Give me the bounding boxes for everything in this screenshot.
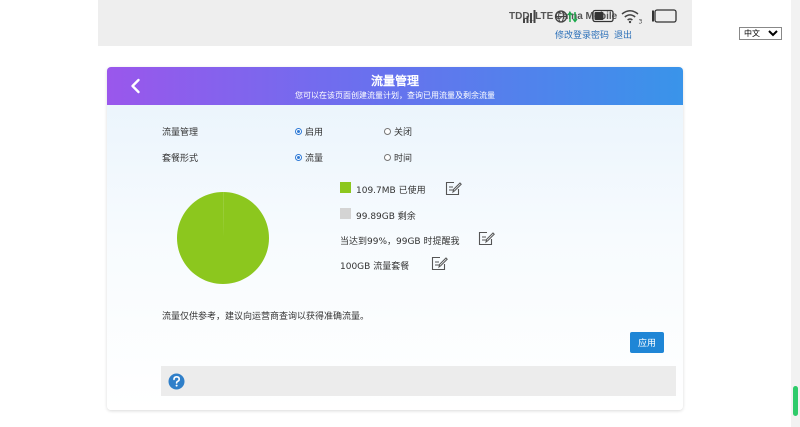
radio-indicator[interactable] xyxy=(295,128,302,135)
radio-label: 流量 xyxy=(305,154,324,164)
package-time-radio[interactable]: 时间 xyxy=(384,151,412,164)
page-subtitle: 您可以在该页面创建流量计划，查询已用流量及剩余流量 xyxy=(295,91,495,100)
globe-data-icon xyxy=(554,10,578,23)
signal-bars-icon xyxy=(523,10,536,23)
edit-alert-icon[interactable] xyxy=(478,231,495,246)
pie-slice-1 xyxy=(177,192,269,284)
top-status-bar: TDD_LTE China Mobile 3 修改登录密码 退出 中文 xyxy=(98,0,782,46)
radio-indicator[interactable] xyxy=(384,154,391,161)
traffic-enable-radio[interactable]: 启用 xyxy=(295,125,323,138)
used-color-swatch xyxy=(340,182,351,193)
radio-label: 启用 xyxy=(305,128,324,138)
radio-indicator[interactable] xyxy=(384,128,391,135)
disclaimer-text: 流量仅供参考，建议向运营商查询以获得准确流量。 xyxy=(162,312,370,322)
traffic-disable-radio[interactable]: 关闭 xyxy=(384,125,412,138)
apply-button[interactable]: 应用 xyxy=(630,332,664,353)
used-amount: 109.7MB 已使用 xyxy=(356,186,426,196)
traffic-management-panel: 流量管理 您可以在该页面创建流量计划，查询已用流量及剩余流量 流量管理 启用 关… xyxy=(107,67,683,410)
scrollbar-track[interactable] xyxy=(791,0,800,427)
traffic-management-label: 流量管理 xyxy=(162,128,199,138)
usage-pie-chart xyxy=(177,192,269,284)
sim-card-icon xyxy=(592,9,614,23)
radio-label: 时间 xyxy=(394,154,413,164)
edit-used-icon[interactable] xyxy=(445,181,462,196)
package-traffic-radio[interactable]: 流量 xyxy=(295,151,323,164)
package-type-label: 套餐形式 xyxy=(162,154,199,164)
scrollbar-thumb[interactable] xyxy=(793,386,798,416)
change-password-link[interactable]: 修改登录密码 xyxy=(555,28,609,41)
language-select[interactable]: 中文 xyxy=(739,27,782,40)
radio-indicator[interactable] xyxy=(295,154,302,161)
logout-link[interactable]: 退出 xyxy=(614,28,632,41)
radio-label: 关闭 xyxy=(394,128,413,138)
wifi-icon: 3 xyxy=(621,10,643,25)
alert-threshold-text: 当达到99%，99GB 时提醒我 xyxy=(340,237,460,247)
wifi-client-count: 3 xyxy=(639,19,643,25)
remaining-color-swatch xyxy=(340,208,351,219)
package-size-text: 100GB 流量套餐 xyxy=(340,262,410,272)
help-icon[interactable] xyxy=(168,373,185,390)
page-title: 流量管理 xyxy=(370,74,419,88)
edit-package-icon[interactable] xyxy=(431,256,448,271)
panel-header: 流量管理 您可以在该页面创建流量计划，查询已用流量及剩余流量 xyxy=(107,67,683,105)
battery-icon xyxy=(652,9,677,23)
remaining-amount: 99.89GB 剩余 xyxy=(356,212,416,222)
help-bar xyxy=(161,366,676,396)
